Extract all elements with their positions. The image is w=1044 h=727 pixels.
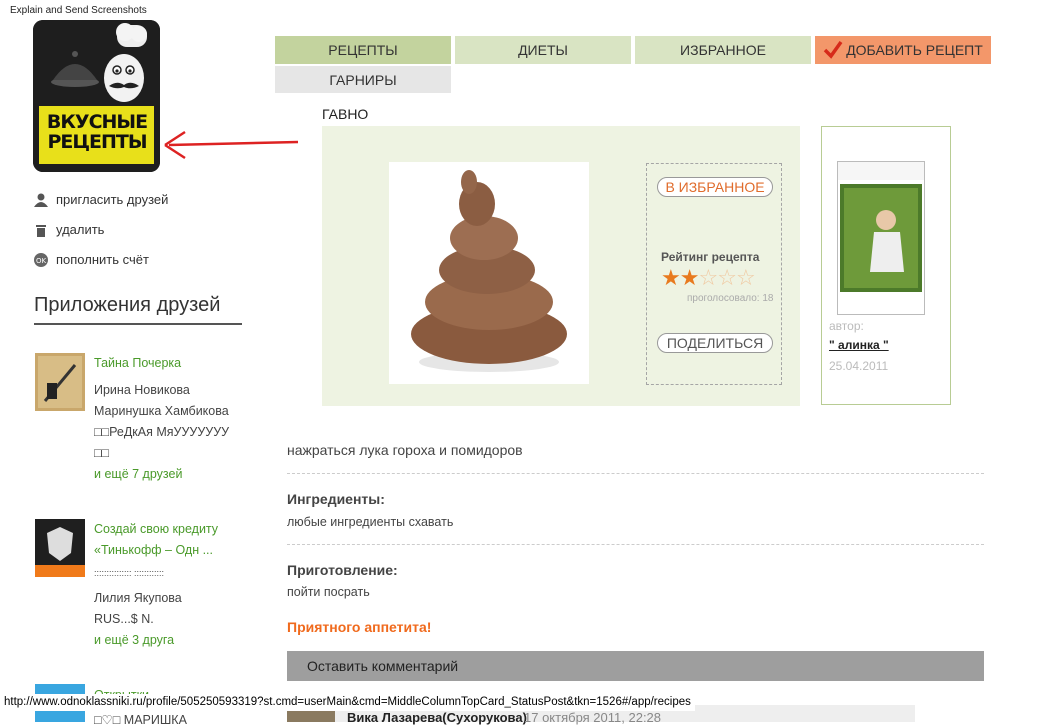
app-name-tinkoff[interactable]: Создай свою кредиту (94, 522, 218, 536)
top-up-link[interactable]: OK пополнить счёт (34, 252, 149, 267)
preparation-text: пойти посрать (287, 585, 370, 599)
votes-count: проголосовало: 18 (687, 293, 774, 304)
author-name-link[interactable]: " алинка " (829, 338, 889, 352)
rating-stars[interactable]: ★★☆☆☆ (661, 265, 756, 290)
quill-icon (38, 356, 82, 408)
friends-apps-title: Приложения друзей (34, 294, 242, 325)
add-recipe-label: ДОБАВИТЬ РЕЦЕПТ (846, 42, 983, 58)
invite-friends-link[interactable]: пригласить друзей (34, 192, 168, 207)
star-filled-icon[interactable]: ★ (661, 265, 681, 290)
divider (287, 544, 984, 545)
bank-emblem-icon (35, 519, 85, 577)
comment-date: 17 октября 2011, 22:28 (524, 710, 662, 725)
invite-friends-label: пригласить друзей (56, 192, 169, 207)
friend-name[interactable]: □□РеДкАя МяУУУУУУУ (94, 425, 229, 439)
share-button[interactable]: ПОДЕЛИТЬСЯ (657, 333, 773, 353)
tab-diets[interactable]: ДИЕТЫ (455, 36, 631, 64)
user-icon (34, 193, 48, 207)
commenter-name[interactable]: Вика Лазарева(Сухорукова) (347, 710, 527, 725)
ingredients-text: любые ингредиенты схавать (287, 515, 454, 529)
trash-icon (36, 224, 46, 237)
ingredients-title: Ингредиенты: (287, 491, 385, 507)
app-thumb-handwriting[interactable] (35, 353, 85, 411)
logo-text: ВКУСНЫЕ РЕЦЕПТЫ (43, 112, 151, 152)
friend-name[interactable]: ::::::::::::::: :::::::::::: (94, 568, 164, 578)
star-empty-icon[interactable]: ☆ (736, 265, 756, 290)
recipe-photo[interactable] (389, 162, 589, 384)
tab-garnishes[interactable]: ГАРНИРЫ (275, 66, 451, 93)
author-label: автор: (829, 319, 864, 333)
leave-comment-button[interactable]: Оставить комментарий (287, 651, 984, 681)
add-to-favorites-button[interactable]: В ИЗБРАННОЕ (657, 177, 773, 197)
add-recipe-button[interactable]: ДОБАВИТЬ РЕЦЕПТ (815, 36, 991, 64)
checkmark-icon (823, 40, 843, 59)
svg-text:OK: OK (36, 257, 47, 265)
dish-image (411, 170, 567, 372)
friend-name[interactable]: Лилия Якупова (94, 591, 182, 605)
app-name-handwriting[interactable]: Тайна Почерка (94, 356, 181, 370)
rating-label: Рейтинг рецепта (661, 250, 760, 264)
tab-recipes[interactable]: РЕЦЕПТЫ (275, 36, 451, 64)
friend-name[interactable]: Маринушка Хамбикова (94, 404, 229, 418)
leave-comment-label: Оставить комментарий (307, 658, 459, 674)
star-empty-icon[interactable]: ☆ (717, 265, 737, 290)
logo-line-2: РЕЦЕПТЫ (47, 131, 147, 153)
friend-name[interactable]: □□ (94, 446, 109, 460)
enjoy-message: Приятного аппетита! (287, 619, 432, 635)
tab-favorites[interactable]: ИЗБРАННОЕ (635, 36, 811, 64)
app-logo[interactable]: ВКУСНЫЕ РЕЦЕПТЫ (33, 20, 160, 172)
window-caption: Explain and Send Screenshots (10, 5, 147, 16)
star-empty-icon[interactable]: ☆ (698, 265, 718, 290)
top-up-label: пополнить счёт (56, 252, 149, 267)
app-name-tinkoff-2[interactable]: «Тинькофф – Одн ... (94, 543, 213, 557)
author-photo-image (838, 162, 924, 314)
divider (287, 473, 984, 474)
star-filled-icon[interactable]: ★ (680, 265, 700, 290)
app-thumb-tinkoff[interactable] (35, 519, 85, 577)
logo-line-1: ВКУСНЫЕ (46, 111, 148, 133)
delete-link[interactable]: удалить (34, 222, 104, 237)
more-friends-link[interactable]: и ещё 3 друга (94, 633, 174, 647)
recipe-title: ГАВНО (322, 106, 369, 122)
author-avatar[interactable] (837, 161, 925, 315)
preparation-title: Приготовление: (287, 562, 398, 578)
status-bar-url: http://www.odnoklassniki.ru/profile/5052… (0, 694, 695, 711)
friend-name[interactable]: Ирина Новикова (94, 383, 190, 397)
friend-name[interactable]: □♡□ МАРИШКА (94, 712, 187, 727)
friend-name[interactable]: RUS...$ N. (94, 612, 154, 626)
ok-coin-icon: OK (34, 252, 48, 267)
red-arrow-icon (164, 130, 299, 160)
delete-label: удалить (56, 222, 105, 237)
recipe-date: 25.04.2011 (829, 359, 889, 373)
more-friends-link[interactable]: и ещё 7 друзей (94, 467, 182, 481)
recipe-description: нажраться лука гороха и помидоров (287, 442, 523, 458)
